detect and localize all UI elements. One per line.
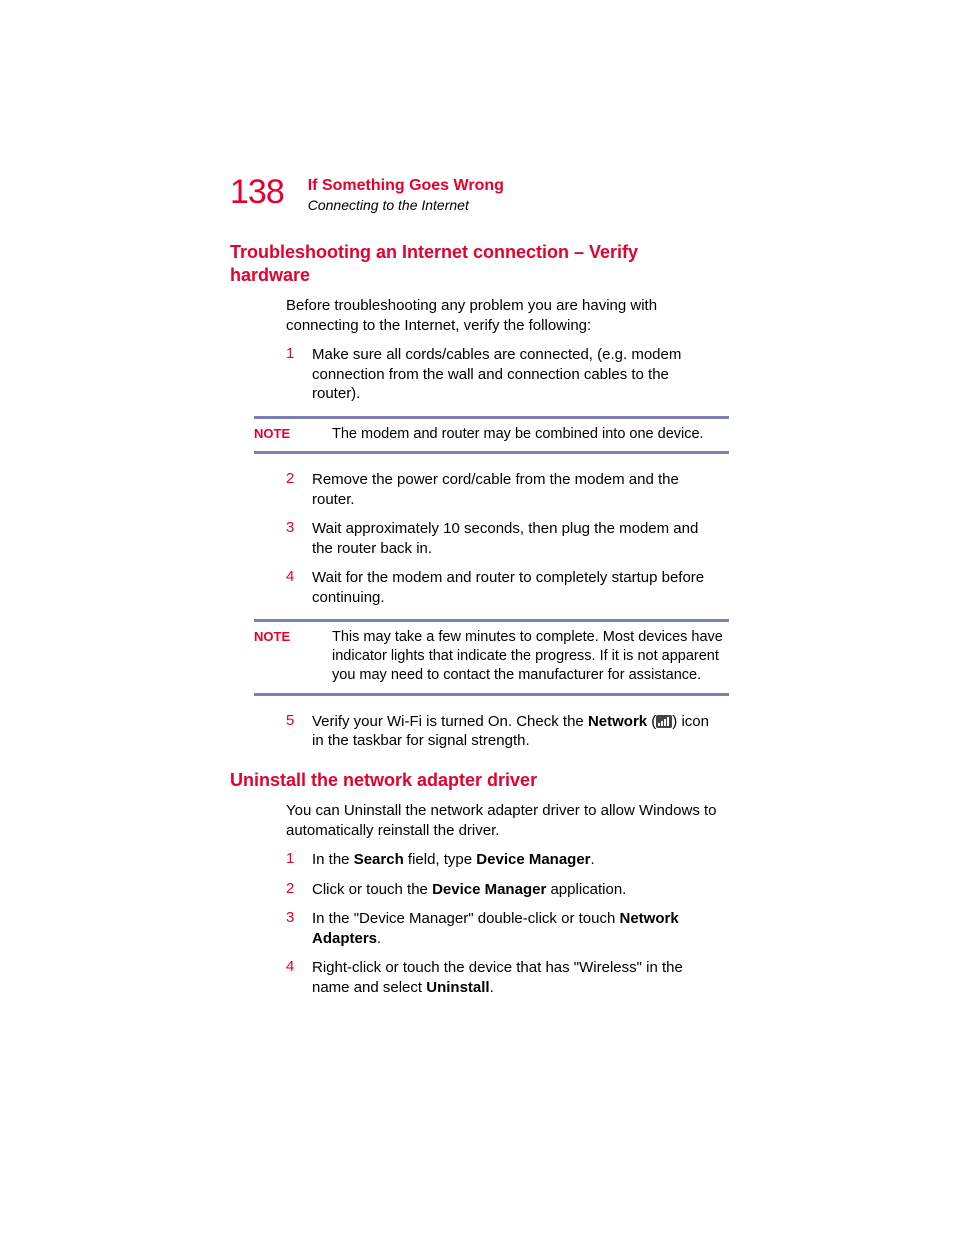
page-number: 138 [230, 175, 284, 209]
t: In the [312, 851, 354, 868]
sec2-step-4: 4 Right-click or touch the device that h… [286, 958, 719, 997]
intro-text: Before troubleshooting any problem you a… [286, 296, 719, 335]
t: In the "Device Manager" double-click or … [312, 910, 619, 927]
t: field, type [404, 851, 477, 868]
step-number: 4 [286, 958, 312, 997]
t: . [377, 930, 381, 947]
chapter-title: If Something Goes Wrong [308, 177, 504, 195]
step-5: 5 Verify your Wi-Fi is turned On. Check … [286, 712, 719, 751]
step-text: Click or touch the Device Manager applic… [312, 880, 719, 900]
header-right: If Something Goes Wrong Connecting to th… [308, 175, 504, 213]
heading-verify-hardware: Troubleshooting an Internet connection –… [230, 241, 719, 286]
sec2-step-1: 1 In the Search field, type Device Manag… [286, 850, 719, 870]
bold-uninstall: Uninstall [426, 979, 489, 996]
section-title: Connecting to the Internet [308, 197, 504, 213]
note-box-1: NOTE The modem and router may be combine… [254, 416, 729, 455]
step-number: 5 [286, 712, 312, 751]
note-label: NOTE [254, 628, 332, 685]
bold-device-manager: Device Manager [432, 881, 546, 898]
page-header: 138 If Something Goes Wrong Connecting t… [230, 175, 719, 213]
note-label: NOTE [254, 425, 332, 444]
sec2-step-3: 3 In the "Device Manager" double-click o… [286, 909, 719, 948]
note-box-2: NOTE This may take a few minutes to comp… [254, 619, 729, 696]
step-text: Remove the power cord/cable from the mod… [312, 470, 719, 509]
bold-device-manager: Device Manager [476, 851, 590, 868]
step-4: 4 Wait for the modem and router to compl… [286, 568, 719, 607]
note-text: The modem and router may be combined int… [332, 425, 729, 444]
step-number: 2 [286, 880, 312, 900]
t: Right-click or touch the device that has… [312, 959, 683, 996]
heading-uninstall-adapter: Uninstall the network adapter driver [230, 769, 719, 792]
step-text: In the "Device Manager" double-click or … [312, 909, 719, 948]
step-2: 2 Remove the power cord/cable from the m… [286, 470, 719, 509]
step-text: Verify your Wi-Fi is turned On. Check th… [312, 712, 719, 751]
intro-text-2: You can Uninstall the network adapter dr… [286, 801, 719, 840]
step-3: 3 Wait approximately 10 seconds, then pl… [286, 519, 719, 558]
step-number: 3 [286, 909, 312, 948]
step-text: In the Search field, type Device Manager… [312, 850, 719, 870]
t: . [591, 851, 595, 868]
step-1: 1 Make sure all cords/cables are connect… [286, 345, 719, 404]
step-text: Right-click or touch the device that has… [312, 958, 719, 997]
network-signal-icon [656, 715, 672, 728]
note-text: This may take a few minutes to complete.… [332, 628, 729, 685]
bold-network: Network [588, 713, 647, 730]
step-number: 1 [286, 345, 312, 404]
sec2-step-2: 2 Click or touch the Device Manager appl… [286, 880, 719, 900]
t: Click or touch the [312, 881, 432, 898]
step-text: Wait for the modem and router to complet… [312, 568, 719, 607]
step-number: 2 [286, 470, 312, 509]
step-number: 1 [286, 850, 312, 870]
document-page: 138 If Something Goes Wrong Connecting t… [0, 0, 954, 997]
t: application. [546, 881, 626, 898]
step-number: 4 [286, 568, 312, 607]
text-pre: Verify your Wi-Fi is turned On. Check th… [312, 713, 588, 730]
step-number: 3 [286, 519, 312, 558]
t: . [490, 979, 494, 996]
paren-open: ( [647, 713, 656, 730]
bold-search: Search [354, 851, 404, 868]
step-text: Make sure all cords/cables are connected… [312, 345, 719, 404]
step-text: Wait approximately 10 seconds, then plug… [312, 519, 719, 558]
